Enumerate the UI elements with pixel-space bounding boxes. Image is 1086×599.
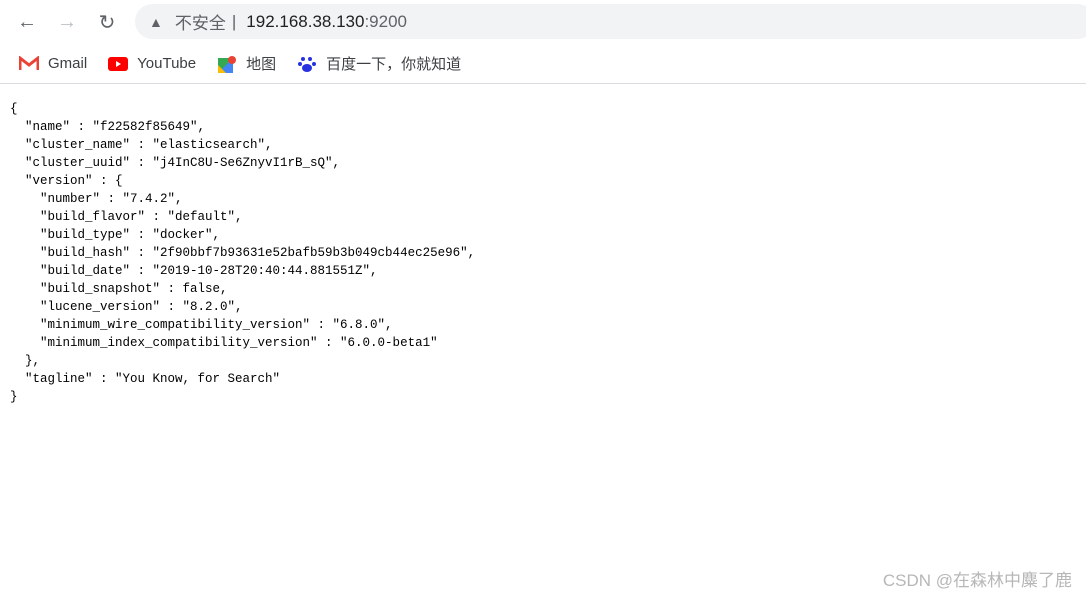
insecure-label: 不安全 (174, 14, 226, 33)
json-line: "build_snapshot" : false, (10, 282, 228, 296)
json-line: "tagline" : "You Know, for Search" (10, 372, 281, 386)
url-port: :9200 (364, 11, 407, 31)
back-button[interactable]: ← (13, 8, 41, 36)
json-line: "minimum_wire_compatibility_version" : "… (10, 318, 393, 332)
bookmark-baidu[interactable]: 百度一下，你就知道 (296, 53, 461, 74)
json-line: "name" : "f22582f85649", (10, 120, 206, 134)
bookmark-maps[interactable]: 地图 (216, 53, 276, 74)
json-line: "build_hash" : "2f90bbf7b93631e52bafb59b… (10, 246, 476, 260)
json-line: "number" : "7.4.2", (10, 192, 183, 206)
bookmark-gmail[interactable]: Gmail (18, 55, 87, 73)
forward-button[interactable]: → (53, 8, 81, 36)
warning-icon[interactable]: ▲ (149, 14, 163, 30)
json-line: "cluster_uuid" : "j4InC8U-Se6ZnyvI1rB_sQ… (10, 156, 341, 170)
browser-toolbar: ← → ↻ ▲ 不安全 | 192.168.38.130:9200 (0, 0, 1086, 44)
json-line: "build_date" : "2019-10-28T20:40:44.8815… (10, 264, 378, 278)
json-line: "build_type" : "docker", (10, 228, 221, 242)
json-line: "minimum_index_compatibility_version" : … (10, 336, 438, 350)
gmail-icon (18, 55, 40, 73)
separator: | (231, 11, 237, 31)
json-line: { (10, 102, 18, 116)
json-line: "build_flavor" : "default", (10, 210, 243, 224)
bookmark-label: 地图 (246, 56, 277, 73)
json-line: "version" : { (10, 174, 123, 188)
json-line: } (10, 390, 18, 404)
youtube-icon (107, 55, 129, 73)
watermark: CSDN @在森林中麋了鹿 (882, 571, 1072, 590)
bookmarks-bar: Gmail YouTube 地图 百度一下，你就知道 (0, 44, 1086, 84)
baidu-icon (296, 55, 318, 73)
json-line: "cluster_name" : "elasticsearch", (10, 138, 273, 152)
bookmark-label: YouTube (137, 55, 197, 72)
reload-button[interactable]: ↻ (93, 8, 121, 36)
maps-icon (216, 55, 238, 73)
json-line: "lucene_version" : "8.2.0", (10, 300, 243, 314)
bookmark-label: 百度一下，你就知道 (326, 56, 462, 73)
bookmark-label: Gmail (48, 55, 88, 72)
json-line: }, (10, 354, 41, 368)
bookmark-youtube[interactable]: YouTube (107, 55, 196, 73)
address-bar[interactable]: ▲ 不安全 | 192.168.38.130:9200 (135, 4, 1086, 39)
json-response-body: { "name" : "f22582f85649", "cluster_name… (10, 100, 475, 406)
url-host: 192.168.38.130 (246, 11, 365, 31)
